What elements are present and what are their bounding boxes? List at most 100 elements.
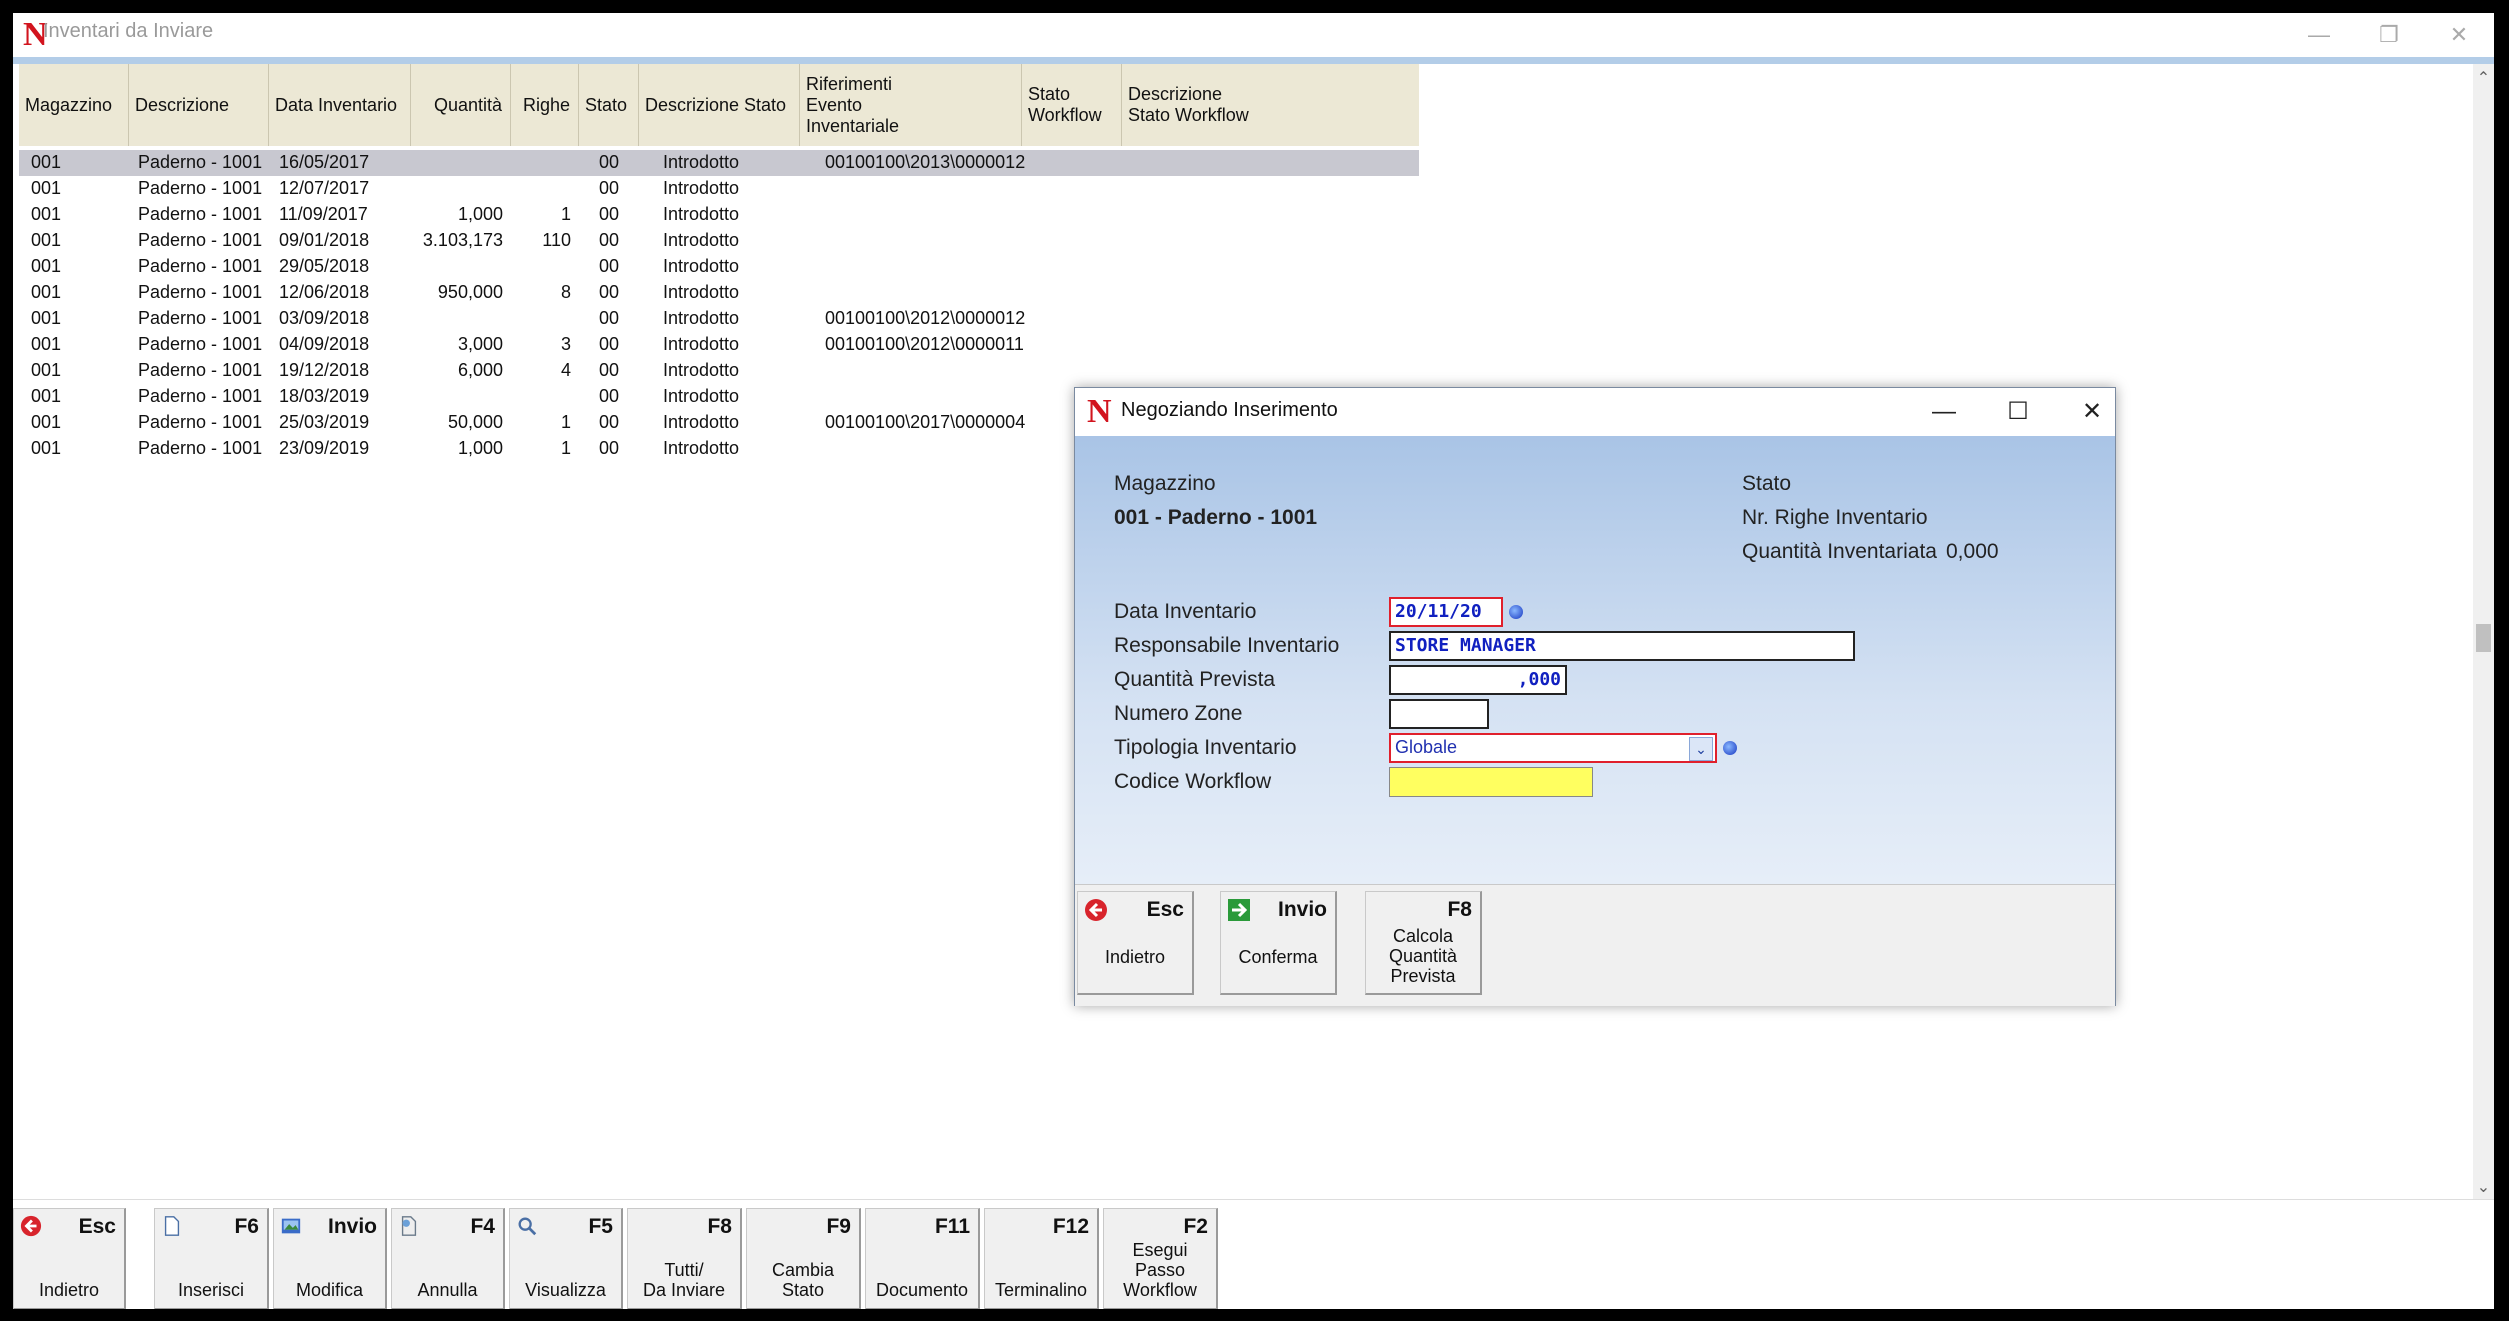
responsabile-label: Responsabile Inventario	[1114, 634, 1340, 657]
dialog-close-button[interactable]: ✕	[2057, 392, 2127, 432]
invio-key-label: Invio	[1277, 898, 1327, 921]
column-header-stato-workflow-line1: Stato	[1028, 84, 1071, 104]
cell-righe: 1	[560, 412, 571, 432]
toolbar-button-f8[interactable]: F8 Tutti/ Da Inviare	[627, 1208, 742, 1309]
table-row[interactable]: 001 Paderno - 1001 12/06/2018 950,000 8 …	[19, 280, 1419, 306]
table-row[interactable]: 001 Paderno - 1001 29/05/2018 00 Introdo…	[19, 254, 1419, 280]
cell-stato: 00	[599, 152, 620, 172]
esc-key-label: Esc	[1146, 898, 1184, 921]
table-row[interactable]: 001 Paderno - 1001 03/09/2018 00 Introdo…	[19, 306, 1419, 332]
column-header-stato[interactable]: Stato	[579, 64, 639, 146]
date-picker-icon[interactable]	[1509, 605, 1523, 619]
chevron-down-icon[interactable]: ⌄	[1689, 737, 1713, 761]
insert-dialog: N Negoziando Inserimento — ☐ ✕ Magazzino…	[1074, 387, 2116, 1006]
vertical-scrollbar[interactable]: ⌃ ⌄	[2473, 64, 2494, 1199]
data-inventario-field[interactable]: 20/11/20	[1389, 597, 1503, 627]
toolbar-button-f5[interactable]: F5 Visualizza	[509, 1208, 623, 1309]
righe-inventario-label: Nr. Righe Inventario	[1742, 506, 1928, 529]
toolbar-button-label: Cambia Stato	[771, 1260, 835, 1300]
column-header-riferimenti[interactable]: Riferimenti Evento Inventariale	[800, 64, 1022, 146]
cell-descrizione: Paderno - 1001	[138, 282, 263, 302]
table-row[interactable]: 001 Paderno - 1001 12/07/2017 00 Introdo…	[19, 176, 1419, 202]
codice-workflow-field[interactable]	[1389, 767, 1593, 797]
dialog-calcola-button[interactable]: F8 Calcola Quantità Prevista	[1365, 891, 1482, 995]
scroll-down-icon[interactable]: ⌄	[2473, 1177, 2494, 1197]
numero-zone-field[interactable]	[1389, 699, 1489, 729]
quantita-inventariata-label: Quantità Inventariata	[1742, 540, 1937, 563]
cell-descrizione-stato: Introdotto	[663, 230, 740, 250]
responsabile-field[interactable]: STORE MANAGER	[1389, 631, 1855, 661]
cell-magazzino: 001	[31, 360, 62, 380]
minimize-button[interactable]: —	[2284, 15, 2354, 55]
restore-button[interactable]: ❐	[2354, 15, 2424, 55]
dialog-maximize-button[interactable]: ☐	[1983, 392, 2053, 432]
column-header-data[interactable]: Data Inventario	[269, 64, 411, 146]
table-row[interactable]: 001 Paderno - 1001 09/01/2018 3.103,173 …	[19, 228, 1419, 254]
toolbar-button-f2[interactable]: F2 Esegui Passo Workflow	[1103, 1208, 1218, 1309]
cell-magazzino: 001	[31, 334, 62, 354]
toolbar-key-label: F6	[234, 1215, 259, 1238]
window-title: Inventari da Inviare	[43, 20, 214, 42]
column-header-quantita[interactable]: Quantità	[411, 64, 511, 146]
column-header-descrizione-stato-workflow-line2: Stato Workflow	[1128, 105, 1249, 125]
toolbar-button-f11[interactable]: F11 Documento	[865, 1208, 980, 1309]
quantita-prevista-field[interactable]: ,000	[1389, 665, 1567, 695]
cell-data: 18/03/2019	[279, 386, 370, 406]
toolbar-key-label: F11	[934, 1215, 970, 1238]
column-header-descrizione[interactable]: Descrizione	[129, 64, 269, 146]
toolbar-button-invio[interactable]: Invio Modifica	[273, 1208, 387, 1309]
maximize-icon: ☐	[2007, 398, 2029, 425]
scroll-up-icon[interactable]: ⌃	[2473, 68, 2494, 88]
minimize-icon: —	[2308, 22, 2330, 47]
cell-stato: 00	[599, 256, 620, 276]
cell-magazzino: 001	[31, 438, 62, 458]
toolbar-button-f4[interactable]: F4 Annulla	[391, 1208, 505, 1309]
cell-quantita: 6,000	[457, 360, 503, 380]
cell-descrizione: Paderno - 1001	[138, 412, 263, 432]
dialog-conferma-button[interactable]: Invio Conferma	[1220, 891, 1337, 995]
toolbar-button-esc[interactable]: Esc Indietro	[13, 1208, 126, 1309]
cell-descrizione-stato: Introdotto	[663, 386, 740, 406]
cell-descrizione: Paderno - 1001	[138, 308, 263, 328]
stato-label: Stato	[1742, 472, 1792, 495]
numero-zone-label: Numero Zone	[1114, 702, 1243, 725]
toolbar-key-label: F12	[1052, 1215, 1089, 1238]
column-header-righe[interactable]: Righe	[511, 64, 579, 146]
cell-righe: 3	[560, 334, 571, 354]
toolbar-button-label: Terminalino	[994, 1280, 1088, 1300]
dialog-title: Negoziando Inserimento	[1121, 399, 1338, 421]
table-row[interactable]: 001 Paderno - 1001 19/12/2018 6,000 4 00…	[19, 358, 1419, 384]
cell-righe: 110	[542, 230, 571, 250]
cell-stato: 00	[599, 230, 620, 250]
column-header-descrizione-stato-workflow[interactable]: Descrizione Stato Workflow	[1122, 64, 1419, 146]
bottom-toolbar: Esc Indietro F6 Inserisci Invio Modifica F4 Ann…	[13, 1199, 2494, 1309]
cell-descrizione: Paderno - 1001	[138, 230, 263, 250]
info-dot-icon[interactable]	[1723, 741, 1737, 755]
magazzino-value: 001 - Paderno - 1001	[1114, 506, 1318, 529]
column-header-riferimenti-line2: Evento	[806, 94, 863, 115]
dialog-body: Magazzino 001 - Paderno - 1001 Stato Nr.…	[1075, 436, 2115, 884]
close-button[interactable]: ✕	[2424, 15, 2494, 55]
cell-descrizione-stato: Introdotto	[663, 308, 740, 328]
cell-righe: 8	[560, 282, 571, 302]
cell-riferimenti: 00100100\2012\0000012	[825, 308, 1026, 328]
column-header-riferimenti-line1: Riferimenti	[806, 73, 893, 94]
toolbar-button-f12[interactable]: F12 Terminalino	[984, 1208, 1099, 1309]
column-header-magazzino[interactable]: Magazzino	[19, 64, 129, 146]
toolbar-button-label: Inserisci	[177, 1280, 244, 1300]
column-header-stato-workflow[interactable]: Stato Workflow	[1022, 64, 1122, 146]
close-icon: ✕	[2081, 398, 2103, 425]
toolbar-button-f9[interactable]: F9 Cambia Stato	[746, 1208, 861, 1309]
calcola-label: Calcola Quantità Prevista	[1388, 926, 1458, 986]
cell-descrizione: Paderno - 1001	[138, 178, 263, 198]
tipologia-select[interactable]: Globale ⌄	[1389, 733, 1717, 763]
table-row[interactable]: 001 Paderno - 1001 16/05/2017 00 Introdo…	[19, 150, 1419, 176]
toolbar-button-f6[interactable]: F6 Inserisci	[154, 1208, 269, 1309]
scrollbar-thumb[interactable]	[2476, 624, 2491, 652]
table-row[interactable]: 001 Paderno - 1001 11/09/2017 1,000 1 00…	[19, 202, 1419, 228]
column-header-descrizione-stato[interactable]: Descrizione Stato	[639, 64, 800, 146]
dialog-indietro-button[interactable]: Esc Indietro	[1077, 891, 1194, 995]
toolbar-key-label: F4	[470, 1215, 495, 1238]
table-row[interactable]: 001 Paderno - 1001 04/09/2018 3,000 3 00…	[19, 332, 1419, 358]
dialog-minimize-button[interactable]: —	[1909, 392, 1979, 432]
